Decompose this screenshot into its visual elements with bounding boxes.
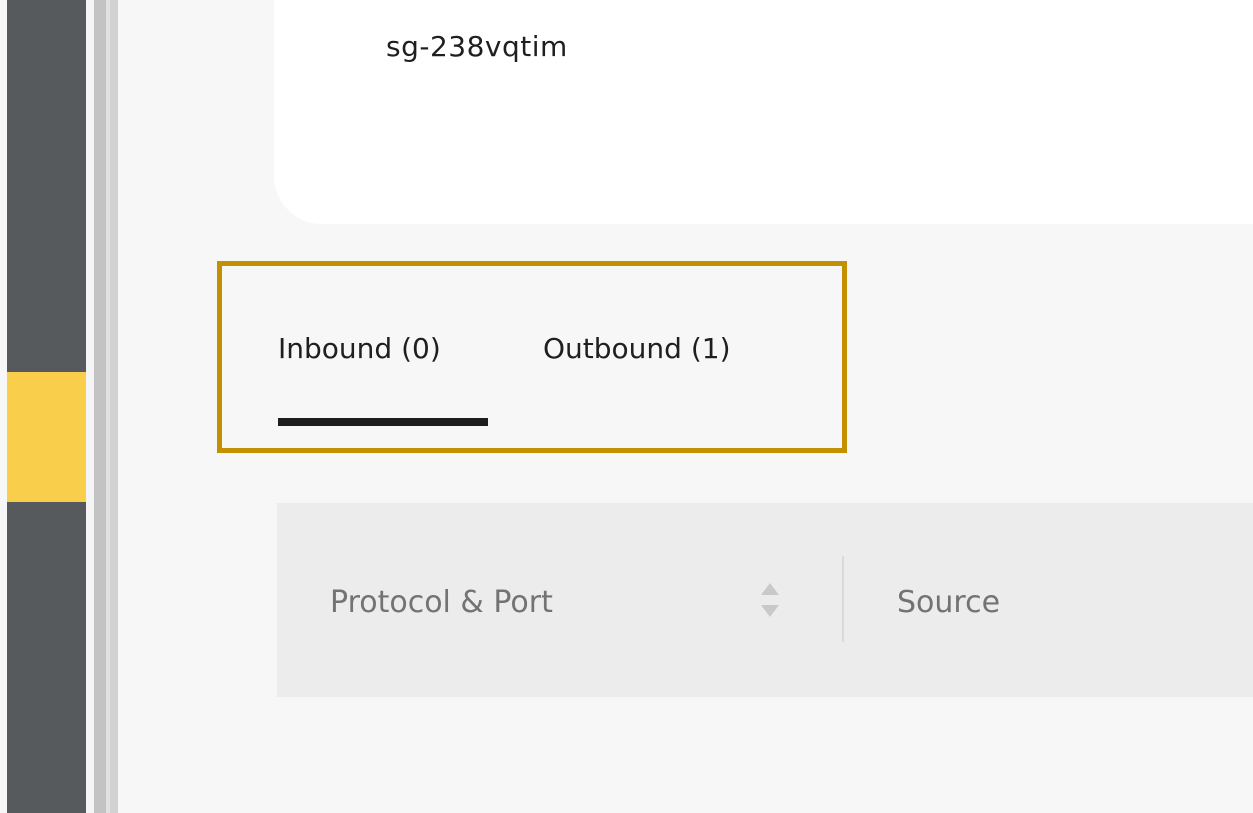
rules-table-header: Protocol & Port Source: [277, 503, 1253, 697]
panel-divider-line: [94, 0, 106, 813]
column-header-source[interactable]: Source: [897, 585, 1000, 620]
left-nav-active-item[interactable]: [7, 372, 86, 502]
rules-tabs: Inbound (0) Outbound (1): [278, 332, 838, 422]
column-divider: [842, 556, 844, 642]
column-header-protocol-port[interactable]: Protocol & Port: [330, 585, 553, 620]
tab-outbound[interactable]: Outbound (1): [543, 332, 731, 365]
active-tab-indicator: [278, 418, 488, 426]
sort-up-down-icon[interactable]: [759, 581, 781, 621]
panel-divider: [86, 0, 94, 813]
tab-inbound[interactable]: Inbound (0): [278, 332, 441, 365]
security-group-name: sg-238vqtim: [386, 30, 568, 63]
panel-divider-line: [110, 0, 118, 813]
